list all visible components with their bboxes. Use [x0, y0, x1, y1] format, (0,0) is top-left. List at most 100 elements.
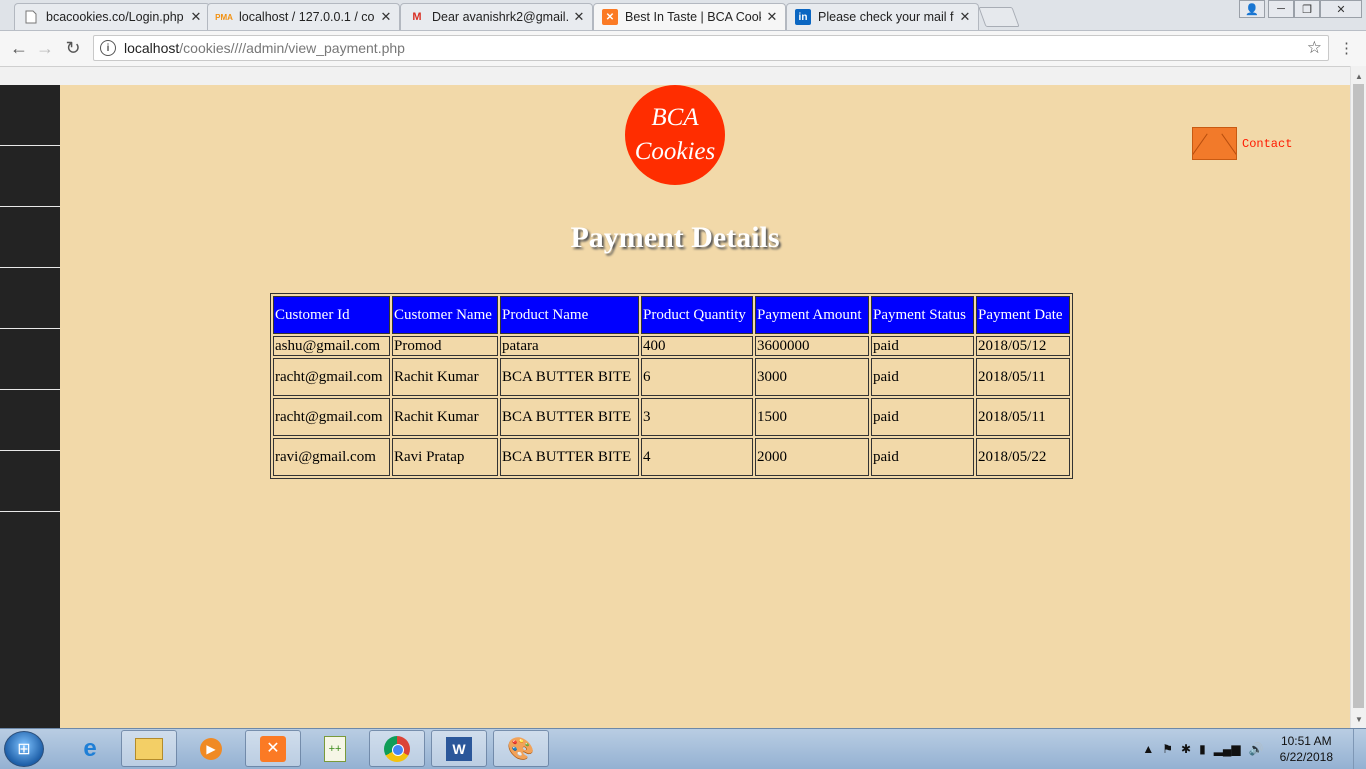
- window-controls: 👤: [1239, 0, 1265, 18]
- linkedin-icon: in: [795, 9, 811, 25]
- minimize-button[interactable]: ─: [1268, 0, 1294, 18]
- gmail-icon: M: [412, 11, 422, 23]
- tab-bca-cookies[interactable]: ✕ Best In Taste | BCA Cooki ✕: [593, 3, 786, 30]
- clock[interactable]: 10:51 AM 6/22/2018: [1280, 733, 1333, 765]
- table-header-row: Customer Id Customer Name Product Name P…: [273, 296, 1070, 334]
- table-cell: paid: [871, 336, 974, 356]
- table-cell: 1500: [755, 398, 869, 436]
- table-cell: 2000: [755, 438, 869, 476]
- table-row: racht@gmail.com Rachit Kumar BCA BUTTER …: [273, 358, 1070, 396]
- tab-title: Please check your mail fo: [818, 10, 954, 24]
- address-bar[interactable]: i localhost/cookies////admin/view_paymen…: [93, 35, 1329, 61]
- table-cell: 2018/05/11: [976, 398, 1070, 436]
- explorer-icon[interactable]: [121, 730, 177, 767]
- taskbar: ⊞ e ▶ ✕ ++ W 🎨 ▲ ⚑ ✱ ▮ ▂▄▆ 🔊 10:51 AM 6/…: [0, 728, 1366, 769]
- tab-strip: bcacookies.co/Login.php ✕ PMA localhost …: [0, 0, 1366, 31]
- sidebar: [0, 85, 60, 728]
- column-header: Payment Amount: [755, 296, 869, 334]
- table-cell: patara: [500, 336, 639, 356]
- table-cell: 3000: [755, 358, 869, 396]
- close-icon[interactable]: ✕: [765, 9, 779, 25]
- table-cell: Ravi Pratap: [392, 438, 498, 476]
- payment-table-container: Customer Id Customer Name Product Name P…: [270, 293, 1073, 479]
- start-button[interactable]: ⊞: [4, 731, 44, 767]
- restore-button[interactable]: ❐: [1294, 0, 1320, 18]
- battery-icon[interactable]: ▮: [1199, 742, 1206, 756]
- contact-link[interactable]: Contact: [1192, 127, 1292, 160]
- sidebar-item[interactable]: [0, 85, 60, 146]
- table-row: racht@gmail.com Rachit Kumar BCA BUTTER …: [273, 398, 1070, 436]
- chrome-icon[interactable]: [369, 730, 425, 767]
- table-row: ravi@gmail.com Ravi Pratap BCA BUTTER BI…: [273, 438, 1070, 476]
- network-signal-icon[interactable]: ▂▄▆: [1214, 742, 1241, 756]
- column-header: Product Quantity: [641, 296, 753, 334]
- table-cell: racht@gmail.com: [273, 358, 390, 396]
- sidebar-item[interactable]: [0, 146, 60, 207]
- info-icon[interactable]: i: [100, 40, 116, 56]
- page-icon: [23, 9, 39, 25]
- new-tab-button[interactable]: [978, 7, 1020, 27]
- xampp-icon[interactable]: ✕: [245, 730, 301, 767]
- column-header: Payment Date: [976, 296, 1070, 334]
- logo-line-1: BCA: [651, 104, 699, 131]
- table-cell: Rachit Kumar: [392, 358, 498, 396]
- bookmark-star-icon[interactable]: ☆: [1307, 38, 1322, 58]
- table-cell: 2018/05/11: [976, 358, 1070, 396]
- media-player-icon[interactable]: ▶: [183, 730, 239, 767]
- scroll-down-icon[interactable]: ▼: [1355, 715, 1363, 724]
- notepad-plus-icon[interactable]: ++: [307, 730, 363, 767]
- page-title: Payment Details: [570, 221, 780, 254]
- forward-icon[interactable]: →: [34, 37, 56, 59]
- table-cell: 400: [641, 336, 753, 356]
- tab-title: Dear avanishrk2@gmail.c: [432, 10, 568, 24]
- show-hidden-icons-icon[interactable]: ▲: [1142, 742, 1154, 756]
- table-cell: 2018/05/12: [976, 336, 1070, 356]
- table-cell: ravi@gmail.com: [273, 438, 390, 476]
- vertical-scrollbar[interactable]: ▲ ▼: [1350, 66, 1366, 728]
- close-icon[interactable]: ✕: [958, 9, 972, 25]
- word-icon[interactable]: W: [431, 730, 487, 767]
- close-icon[interactable]: ✕: [379, 9, 393, 25]
- sidebar-item[interactable]: [0, 451, 60, 512]
- ie-icon[interactable]: e: [62, 730, 118, 767]
- table-cell: paid: [871, 358, 974, 396]
- reload-icon[interactable]: ↻: [62, 37, 84, 59]
- user-icon[interactable]: 👤: [1239, 0, 1265, 18]
- system-tray: ▲ ⚑ ✱ ▮ ▂▄▆ 🔊 10:51 AM 6/22/2018: [1138, 729, 1366, 769]
- table-cell: 3: [641, 398, 753, 436]
- logo[interactable]: BCA Cookies: [625, 85, 725, 185]
- table-cell: Promod: [392, 336, 498, 356]
- scroll-up-icon[interactable]: ▲: [1355, 72, 1363, 81]
- phpmyadmin-icon: PMA: [215, 12, 233, 22]
- scrollbar-thumb[interactable]: [1353, 84, 1364, 708]
- table-cell: paid: [871, 398, 974, 436]
- close-window-button[interactable]: ✕: [1320, 0, 1362, 18]
- volume-icon[interactable]: 🔊: [1249, 742, 1264, 756]
- url-host: localhost: [124, 40, 180, 56]
- tab-title: localhost / 127.0.0.1 / coo: [239, 10, 375, 24]
- back-icon[interactable]: ←: [8, 37, 30, 59]
- contact-label[interactable]: Contact: [1242, 137, 1292, 151]
- menu-icon[interactable]: ⋮: [1339, 39, 1354, 57]
- table-cell: 6: [641, 358, 753, 396]
- mail-icon: [1192, 127, 1237, 160]
- close-icon[interactable]: ✕: [572, 9, 586, 25]
- close-icon[interactable]: ✕: [189, 9, 203, 25]
- table-cell: BCA BUTTER BITE: [500, 398, 639, 436]
- tab-login[interactable]: bcacookies.co/Login.php ✕: [14, 3, 210, 30]
- sidebar-item[interactable]: [0, 329, 60, 390]
- sidebar-item[interactable]: [0, 268, 60, 329]
- tab-linkedin[interactable]: in Please check your mail fo ✕: [786, 3, 979, 30]
- bluetooth-icon[interactable]: ✱: [1181, 742, 1191, 756]
- tab-phpmyadmin[interactable]: PMA localhost / 127.0.0.1 / coo ✕: [207, 3, 400, 30]
- table-cell: Rachit Kumar: [392, 398, 498, 436]
- sidebar-item[interactable]: [0, 390, 60, 451]
- show-desktop-button[interactable]: [1353, 729, 1366, 769]
- action-center-flag-icon[interactable]: ⚑: [1162, 742, 1173, 756]
- tab-gmail[interactable]: M Dear avanishrk2@gmail.c ✕: [400, 3, 593, 30]
- table-cell: 4: [641, 438, 753, 476]
- table-cell: BCA BUTTER BITE: [500, 438, 639, 476]
- table-cell: racht@gmail.com: [273, 398, 390, 436]
- paint-icon[interactable]: 🎨: [493, 730, 549, 767]
- url-path: /cookies////admin/view_payment.php: [179, 40, 405, 56]
